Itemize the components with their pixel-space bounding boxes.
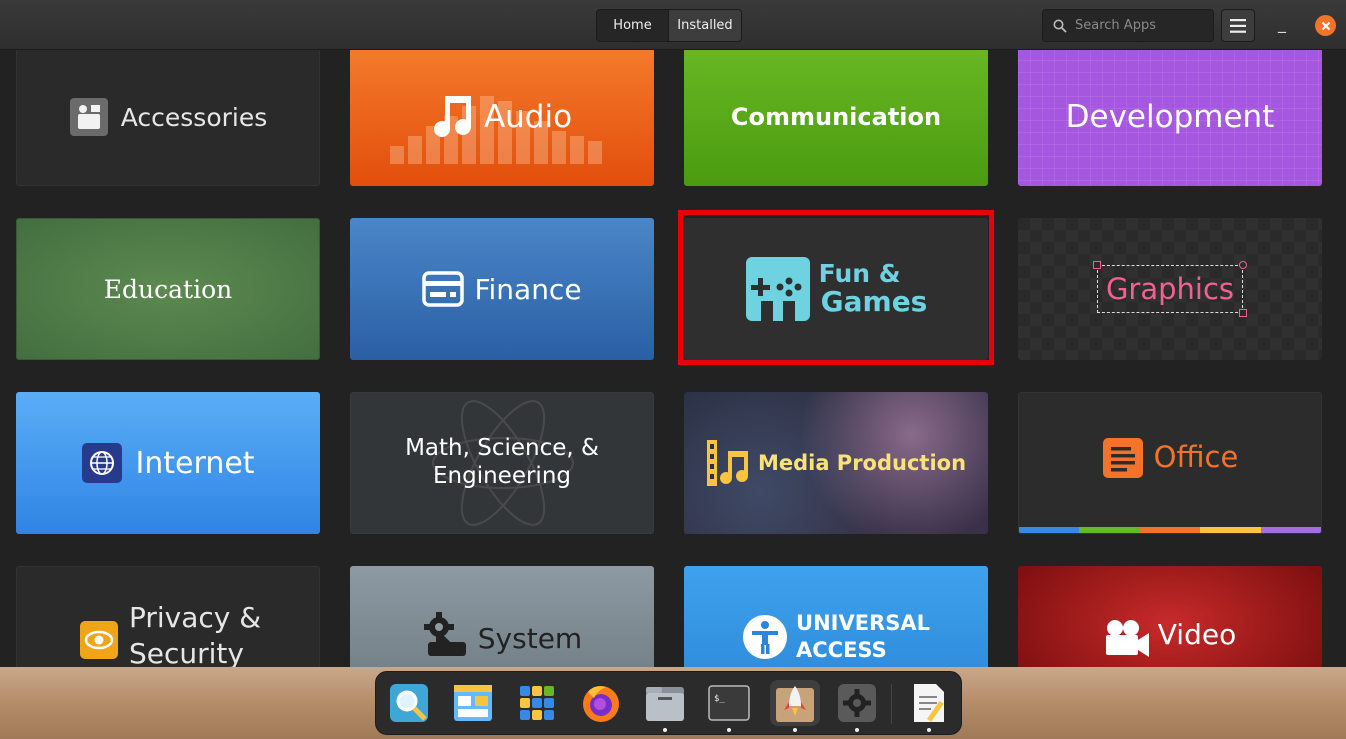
category-label: Audio <box>483 99 573 135</box>
search-input[interactable] <box>1075 18 1205 33</box>
document-lines-icon <box>1102 438 1143 478</box>
category-label: Media Production <box>757 451 967 475</box>
close-icon <box>1321 21 1330 30</box>
category-math-science-engineering[interactable]: Math, Science, & Engineering <box>350 392 654 534</box>
dock-settings[interactable] <box>834 680 880 732</box>
category-label: Games <box>820 285 928 319</box>
tab-installed[interactable]: Installed <box>668 10 741 41</box>
category-grid: Accessories Audio Communication Developm… <box>0 50 1346 667</box>
category-video[interactable]: Video <box>1018 566 1322 667</box>
tab-home[interactable]: Home <box>597 10 668 41</box>
category-label: Education <box>103 274 233 304</box>
magnifier-app-icon <box>390 684 428 722</box>
dock: $_ <box>375 671 962 735</box>
category-label: Finance <box>474 272 582 306</box>
category-label: Engineering <box>433 463 571 489</box>
close-button[interactable] <box>1315 15 1336 36</box>
handle-bottom-right <box>1239 309 1248 317</box>
category-media-production[interactable]: Media Production <box>684 392 988 534</box>
gamepad-icon <box>745 257 810 321</box>
category-label: Math, Science, & <box>405 435 599 462</box>
dock-appcenter[interactable] <box>770 680 820 732</box>
category-universal-access[interactable]: UNIVERSAL ACCESS <box>684 566 988 667</box>
accessibility-person-icon <box>743 615 788 659</box>
category-label: ACCESS <box>796 638 887 663</box>
minimize-button[interactable]: _ <box>1278 14 1286 33</box>
category-label: Video <box>1157 618 1237 651</box>
running-indicator <box>855 728 859 732</box>
category-education[interactable]: Education <box>16 218 320 360</box>
header-bar: Home Installed _ <box>0 0 1346 50</box>
globe-icon <box>82 443 123 483</box>
dock-appcenter-window[interactable] <box>450 680 496 726</box>
dock-terminal[interactable]: $_ <box>706 680 752 732</box>
category-fun-and-games[interactable]: Fun & Games <box>684 218 988 360</box>
dock-files[interactable] <box>642 680 688 732</box>
app-store-window-icon <box>454 685 492 721</box>
graphics-selection-frame: Graphics <box>1092 261 1248 317</box>
category-label: Graphics <box>1105 272 1235 306</box>
running-indicator <box>927 728 931 732</box>
category-office[interactable]: Office <box>1018 392 1322 534</box>
category-finance[interactable]: Finance <box>350 218 654 360</box>
universal-label-group: UNIVERSAL ACCESS <box>796 610 930 665</box>
category-label: Fun & <box>818 259 901 289</box>
category-label: UNIVERSAL <box>796 611 930 635</box>
dock-text-editor[interactable] <box>906 680 952 732</box>
menu-button[interactable] <box>1221 9 1255 42</box>
eye-icon <box>80 621 118 659</box>
video-camera-icon <box>1105 620 1149 657</box>
fun-label-group: Fun & Games <box>818 259 928 319</box>
search-icon <box>1053 19 1067 33</box>
film-music-icon <box>706 440 748 486</box>
math-label-group: Math, Science, & Engineering <box>405 435 599 490</box>
category-privacy-security[interactable]: Privacy & Security <box>16 566 320 667</box>
dock-firefox[interactable] <box>578 680 624 726</box>
gear-wrench-icon <box>423 612 466 656</box>
category-label: Communication <box>730 103 942 131</box>
category-label: Accessories <box>120 102 268 132</box>
category-label: Security <box>129 637 244 667</box>
category-label: Office <box>1153 440 1239 474</box>
dock-applications[interactable] <box>514 680 560 726</box>
handle-top-left <box>1092 261 1101 269</box>
terminal-prompt: $_ <box>714 694 725 704</box>
running-indicator <box>727 728 731 732</box>
category-system[interactable]: System <box>350 566 654 667</box>
dock-separator <box>891 684 892 724</box>
category-label: System <box>477 622 583 655</box>
settings-gear-icon <box>838 684 876 722</box>
search-box[interactable] <box>1042 9 1214 42</box>
firefox-icon <box>583 686 619 722</box>
view-switcher: Home Installed <box>596 9 742 42</box>
running-indicator <box>793 728 797 732</box>
category-graphics[interactable]: Graphics <box>1018 218 1322 360</box>
accessories-icon <box>69 98 108 136</box>
category-communication[interactable]: Communication <box>684 50 988 186</box>
music-note-icon <box>433 96 471 137</box>
category-development[interactable]: Development <box>1018 50 1322 186</box>
credit-card-icon <box>422 271 465 307</box>
category-label: Internet <box>135 445 255 481</box>
category-label: Privacy & <box>129 601 262 634</box>
text-editor-icon <box>914 684 944 722</box>
category-accessories[interactable]: Accessories <box>16 50 320 186</box>
files-icon <box>646 687 684 721</box>
running-indicator <box>663 728 667 732</box>
appcenter-rocket-icon <box>776 686 814 722</box>
hamburger-icon <box>1230 18 1246 33</box>
category-internet[interactable]: Internet <box>16 392 320 534</box>
app-grid-icon <box>520 686 554 720</box>
handle-top-right <box>1239 261 1248 269</box>
dock-magnifier[interactable] <box>386 680 432 726</box>
terminal-icon: $_ <box>708 685 750 721</box>
office-color-stripe <box>1019 527 1321 533</box>
privacy-label-group: Privacy & Security <box>129 600 261 667</box>
category-audio[interactable]: Audio <box>350 50 654 186</box>
category-label: Development <box>1065 99 1275 135</box>
